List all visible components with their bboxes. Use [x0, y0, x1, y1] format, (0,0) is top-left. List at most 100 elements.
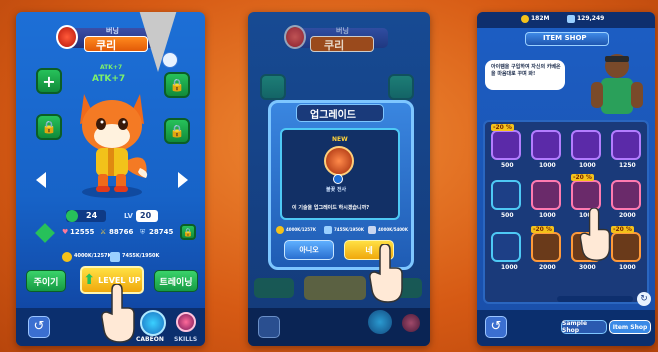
- item-card[interactable]: [611, 130, 641, 160]
- tab-cabeon[interactable]: CABEON: [136, 336, 164, 343]
- heart-icon: ♥: [62, 228, 69, 236]
- cabeon-tab-icon: [368, 310, 392, 334]
- feed-button: [254, 278, 294, 298]
- dialog-title: 업그레이드: [310, 110, 356, 121]
- stats-diamond-icon: [35, 223, 55, 243]
- gem-icon: [110, 252, 120, 262]
- pet-icon: [162, 52, 178, 68]
- hand-pointer-icon: [579, 208, 611, 261]
- back-button[interactable]: ↺: [485, 316, 507, 338]
- stat-hp: 12555: [70, 228, 95, 236]
- skill-fire-icon: [324, 146, 354, 176]
- training-button-label: 트레이닝: [159, 277, 193, 288]
- next-character-arrow[interactable]: [178, 172, 188, 188]
- stat-atk: 88766: [109, 228, 134, 236]
- hand-pointer-icon: [101, 284, 135, 343]
- item-card[interactable]: [491, 180, 521, 210]
- hand-pointer-icon: [369, 244, 403, 303]
- scrollbar[interactable]: [557, 296, 633, 302]
- level-label: 버닝: [336, 27, 349, 35]
- level-label: 버닝: [106, 27, 119, 35]
- item-price: 1000: [619, 264, 636, 271]
- back-arrow-icon: ↺: [490, 319, 502, 334]
- discount-badge: -20 %: [611, 226, 634, 233]
- item-card[interactable]: [531, 180, 561, 210]
- atk-bonus-small: ATK+7: [100, 64, 123, 71]
- lv-label: LV: [124, 212, 133, 220]
- lock-icon: 🔒: [183, 227, 193, 237]
- cabeon-tab-icon[interactable]: [140, 310, 166, 336]
- up-arrow-icon: ⬆: [83, 272, 96, 288]
- scroll-icon: [368, 226, 376, 234]
- shield-icon: ⛨: [140, 228, 146, 236]
- gem-icon: [324, 226, 332, 234]
- skill-name: 불꽃 전사: [326, 187, 347, 193]
- res-cost-2: 7455K/1950K: [334, 227, 364, 232]
- back-button: [258, 316, 280, 338]
- cancel-button[interactable]: 아니오: [284, 240, 334, 260]
- lock-slot-button[interactable]: 🔒: [164, 118, 190, 144]
- level-up-button: [304, 276, 366, 300]
- discount-badge: -20 %: [491, 124, 514, 131]
- coin-icon: [276, 226, 284, 234]
- cancel-label: 아니오: [299, 246, 319, 254]
- item-card[interactable]: [611, 180, 641, 210]
- tab-item-label: Item Shop: [612, 323, 648, 331]
- card-count: 24: [86, 211, 98, 220]
- item-card[interactable]: [531, 232, 561, 262]
- coin-icon: [62, 252, 72, 262]
- skills-tab-icon[interactable]: [176, 312, 196, 332]
- phone-character-screen: 버닝 쿠리 ATK+7 ATK+7 + 🔒 🔒 🔒 24 LV 20 ♥ 125…: [16, 12, 205, 346]
- item-card[interactable]: [531, 130, 561, 160]
- phone-item-shop: 182M 129,249 ITEM SHOP 아이템을 구입하여 자신의 카베온…: [477, 12, 655, 346]
- currency-gems: 129,249: [577, 15, 605, 22]
- card-icon: [66, 210, 78, 222]
- lock-slot-button[interactable]: 🔒: [164, 72, 190, 98]
- stat-lock-button[interactable]: 🔒: [180, 224, 196, 240]
- skills-tab-icon: [402, 314, 420, 332]
- speech-text: 아이템을 구입하여 자신의 카베온을 마음대로 꾸며 봐!: [491, 64, 561, 77]
- discount-badge: -20 %: [571, 174, 594, 181]
- character-name: 쿠리: [324, 39, 345, 52]
- item-price: 2000: [619, 212, 636, 219]
- feed-button-label: 주이기: [33, 277, 59, 288]
- lock-slot-button[interactable]: 🔒: [36, 114, 62, 140]
- tab-sample-label: Sample Shop: [562, 320, 588, 334]
- resource-gold: 4000K/1257K: [74, 253, 112, 259]
- item-card[interactable]: [571, 180, 601, 210]
- coin-icon: [521, 15, 529, 23]
- item-price: 2000: [539, 264, 556, 271]
- item-card[interactable]: [491, 130, 521, 160]
- rank-gem-icon: [284, 25, 306, 49]
- shop-title: ITEM SHOP: [543, 34, 587, 42]
- item-price: 500: [501, 212, 514, 219]
- item-price: 1000: [539, 162, 556, 169]
- previous-character-arrow[interactable]: [36, 172, 46, 188]
- tab-skills[interactable]: SKILLS: [174, 336, 197, 343]
- tab-item-shop[interactable]: Item Shop: [609, 320, 651, 334]
- tab-sample-shop[interactable]: Sample Shop: [561, 320, 607, 334]
- rank-gem-icon: [56, 25, 78, 49]
- resource-gem: 7455K/1950K: [122, 253, 160, 259]
- item-card[interactable]: [491, 232, 521, 262]
- lock-icon: 🔒: [169, 124, 185, 138]
- new-badge: NEW: [332, 136, 348, 143]
- fox-character-image: [80, 94, 148, 198]
- stat-def: 28745: [149, 228, 174, 236]
- lock-icon: 🔒: [169, 78, 185, 92]
- add-slot-button[interactable]: +: [36, 68, 62, 94]
- item-card[interactable]: [571, 130, 601, 160]
- currency-coins: 182M: [531, 15, 550, 22]
- item-card[interactable]: [611, 232, 641, 262]
- lock-slot-button: [388, 74, 414, 100]
- training-button[interactable]: 트레이닝: [154, 270, 198, 292]
- lock-icon: 🔒: [41, 120, 57, 134]
- gem-icon: [567, 15, 575, 23]
- shopkeeper-character-image: [591, 54, 643, 114]
- feed-button[interactable]: 주이기: [26, 270, 66, 292]
- back-button[interactable]: ↺: [28, 316, 50, 338]
- refresh-icon[interactable]: ↻: [637, 292, 651, 306]
- back-arrow-icon: ↺: [33, 319, 45, 334]
- item-price: 1250: [619, 162, 636, 169]
- item-price: 1000: [501, 264, 518, 271]
